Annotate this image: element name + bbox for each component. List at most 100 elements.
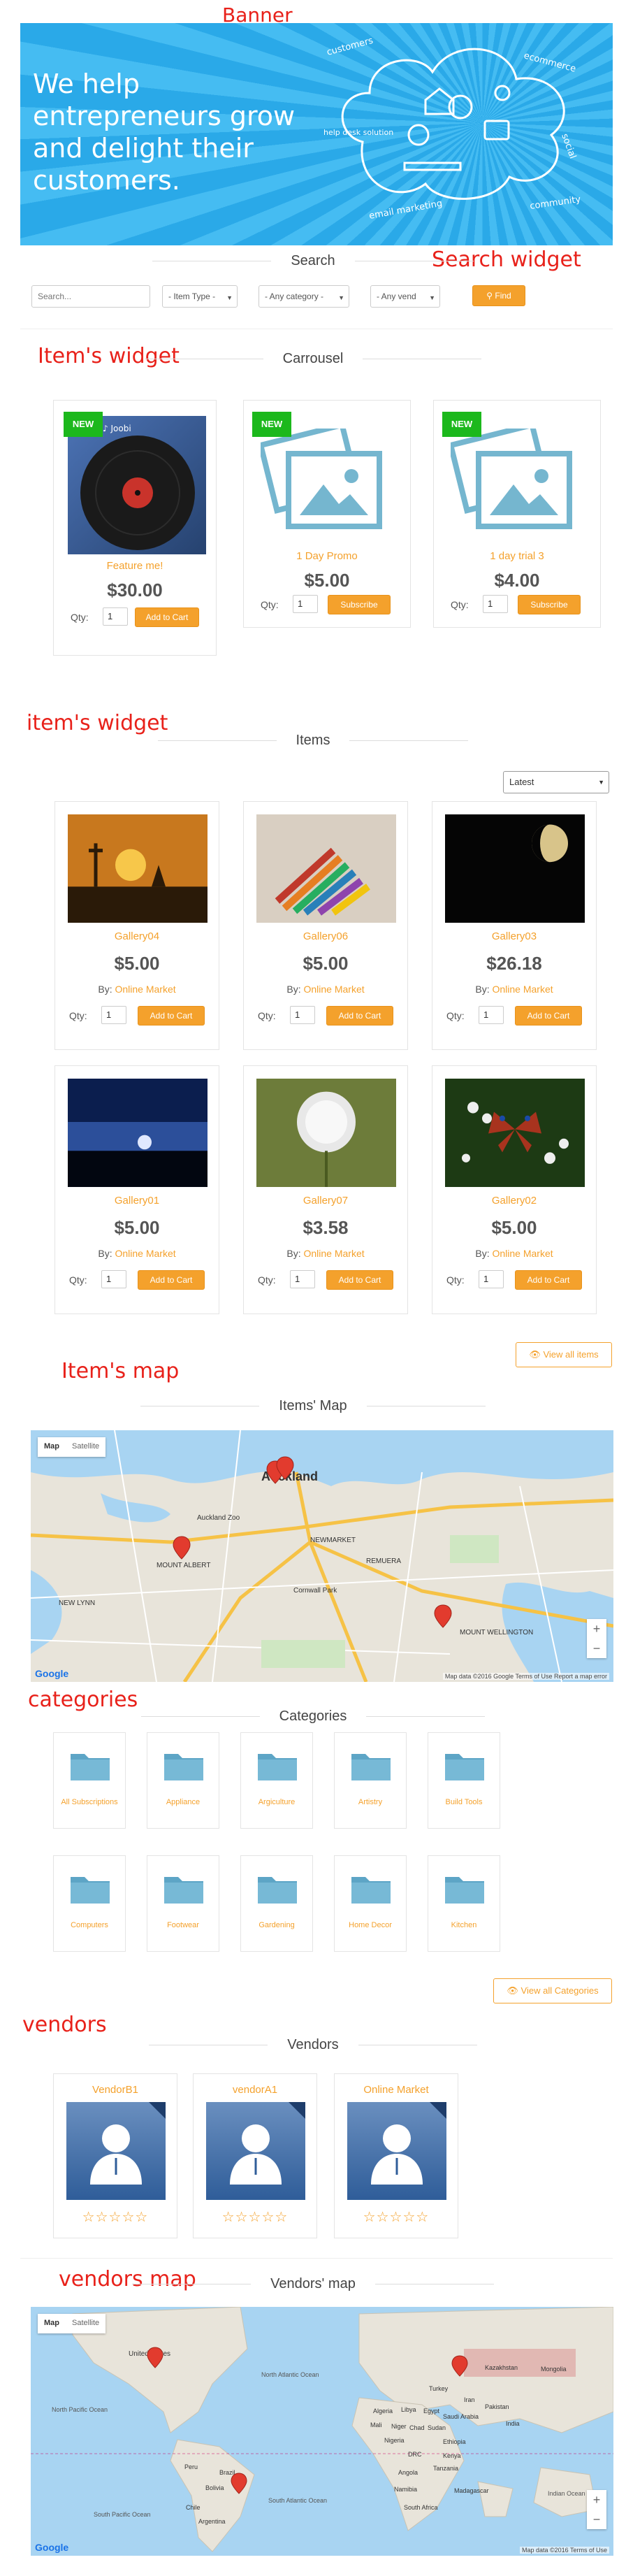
zoom-controls[interactable]: + − (587, 2490, 606, 2529)
add-to-cart-button[interactable]: Add to Cart (135, 607, 199, 627)
map-tab[interactable]: Map (38, 1437, 66, 1457)
category-name[interactable]: All Subscriptions (54, 1797, 125, 1807)
view-all-items-button[interactable]: 👁 View all items (516, 1342, 612, 1367)
sort-select[interactable]: Latest ▼ (503, 771, 609, 793)
map-label: MOUNT WELLINGTON (460, 1629, 533, 1636)
qty-input[interactable]: 1 (479, 1270, 504, 1288)
carousel-item-name[interactable]: Feature me! (54, 560, 216, 572)
item-thumbnail[interactable] (256, 814, 396, 923)
category-name[interactable]: Argiculture (241, 1797, 312, 1807)
add-to-cart-button[interactable]: Add to Cart (138, 1270, 205, 1290)
qty-input[interactable]: 1 (290, 1270, 315, 1288)
vendor-avatar[interactable] (66, 2102, 166, 2200)
items-map[interactable]: Auckland Auckland Zoo MOUNT ALBERT NEWMA… (31, 1430, 613, 1682)
add-to-cart-button[interactable]: Add to Cart (515, 1006, 582, 1026)
item-vendor-link[interactable]: Online Market (492, 1248, 553, 1259)
category-tile[interactable]: Argiculture (240, 1732, 313, 1829)
folder-icon (258, 1754, 297, 1780)
category-tile[interactable]: Artistry (334, 1732, 407, 1829)
category-select[interactable]: - Any category - ▼ (259, 285, 349, 308)
carousel-item-name[interactable]: 1 Day Promo (244, 550, 410, 562)
category-tile[interactable]: Home Decor (334, 1855, 407, 1952)
category-name[interactable]: Appliance (147, 1797, 219, 1807)
category-name[interactable]: Build Tools (428, 1797, 500, 1807)
qty-input[interactable]: 1 (101, 1006, 126, 1024)
carousel-item-price: $4.00 (494, 570, 540, 591)
add-to-cart-button[interactable]: Add to Cart (326, 1270, 393, 1290)
zoom-controls[interactable]: + − (587, 1619, 606, 1658)
add-to-cart-button[interactable]: Add to Cart (515, 1270, 582, 1290)
add-to-cart-button[interactable]: Add to Cart (138, 1006, 205, 1026)
item-name[interactable]: Gallery06 (244, 930, 407, 942)
item-thumbnail[interactable] (445, 1079, 585, 1187)
category-tile[interactable]: Gardening (240, 1855, 313, 1952)
qty-label: Qty: (446, 1274, 465, 1286)
add-to-cart-button[interactable]: Add to Cart (326, 1006, 393, 1026)
qty-input[interactable]: 1 (103, 607, 128, 626)
category-tile[interactable]: Kitchen (428, 1855, 500, 1952)
item-vendor-link[interactable]: Online Market (115, 984, 175, 995)
qty-input[interactable]: 1 (290, 1006, 315, 1024)
category-name[interactable]: Artistry (335, 1797, 406, 1807)
item-type-select[interactable]: - Item Type - ▼ (162, 285, 238, 308)
star-rating[interactable]: ☆☆☆☆☆ (194, 2208, 316, 2226)
category-tile[interactable]: Appliance (147, 1732, 219, 1829)
subscribe-button[interactable]: Subscribe (328, 595, 391, 614)
item-name[interactable]: Gallery01 (55, 1195, 219, 1207)
map-type-toggle[interactable]: Map Satellite (38, 2314, 106, 2333)
satellite-tab[interactable]: Satellite (66, 1437, 105, 1457)
carousel-item-name[interactable]: 1 day trial 3 (434, 550, 600, 562)
satellite-tab[interactable]: Satellite (66, 2314, 105, 2333)
vendor-value: - Any vend (377, 292, 416, 301)
category-name[interactable]: Computers (54, 1920, 125, 1930)
find-button[interactable]: ⚲ Find (472, 285, 525, 306)
item-vendor-link[interactable]: Online Market (303, 984, 364, 995)
category-tile[interactable]: Computers (53, 1855, 126, 1952)
star-rating[interactable]: ☆☆☆☆☆ (335, 2208, 458, 2226)
map-attribution[interactable]: Map data ©2016 Terms of Use (519, 2547, 609, 2554)
vendors-map[interactable]: United States North Atlantic Ocean North… (31, 2307, 613, 2556)
item-name[interactable]: Gallery04 (55, 930, 219, 942)
item-thumbnail[interactable] (68, 814, 208, 923)
vendor-name[interactable]: vendorA1 (194, 2084, 316, 2096)
item-name[interactable]: Gallery02 (432, 1195, 596, 1207)
view-all-categories-button[interactable]: 👁 View all Categories (493, 1978, 612, 2003)
item-vendor-link[interactable]: Online Market (303, 1248, 364, 1259)
map-type-toggle[interactable]: Map Satellite (38, 1437, 106, 1457)
item-name[interactable]: Gallery03 (432, 930, 596, 942)
item-name[interactable]: Gallery07 (244, 1195, 407, 1207)
category-name[interactable]: Kitchen (428, 1920, 500, 1930)
zoom-out-icon[interactable]: − (587, 1639, 606, 1658)
vendor-name[interactable]: VendorB1 (54, 2084, 177, 2096)
vendor-avatar[interactable] (206, 2102, 305, 2200)
vendor-select[interactable]: - Any vend ▼ (370, 285, 440, 308)
map-attribution[interactable]: Map data ©2016 Google Terms of Use Repor… (442, 1673, 609, 1680)
category-name[interactable]: Gardening (241, 1920, 312, 1930)
qty-input[interactable]: 1 (101, 1270, 126, 1288)
search-title: Search (291, 253, 335, 268)
item-vendor-link[interactable]: Online Market (115, 1248, 175, 1259)
zoom-in-icon[interactable]: + (587, 2490, 606, 2510)
item-thumbnail[interactable] (256, 1079, 396, 1187)
qty-input[interactable]: 1 (479, 1006, 504, 1024)
category-tile[interactable]: All Subscriptions (53, 1732, 126, 1829)
vendor-avatar[interactable] (347, 2102, 446, 2200)
by-label: By: (98, 984, 112, 995)
zoom-in-icon[interactable]: + (587, 1619, 606, 1639)
category-tile[interactable]: Build Tools (428, 1732, 500, 1829)
qty-input[interactable]: 1 (483, 595, 508, 613)
zoom-out-icon[interactable]: − (587, 2510, 606, 2529)
vendor-name[interactable]: Online Market (335, 2084, 458, 2096)
search-input[interactable] (31, 285, 150, 308)
item-thumbnail[interactable] (445, 814, 585, 923)
subscribe-button[interactable]: Subscribe (518, 595, 581, 614)
category-name[interactable]: Footwear (147, 1920, 219, 1930)
map-label: NEWMARKET (310, 1537, 356, 1544)
category-tile[interactable]: Footwear (147, 1855, 219, 1952)
map-tab[interactable]: Map (38, 2314, 66, 2333)
category-name[interactable]: Home Decor (335, 1920, 406, 1930)
qty-input[interactable]: 1 (293, 595, 318, 613)
star-rating[interactable]: ☆☆☆☆☆ (54, 2208, 177, 2226)
item-thumbnail[interactable] (68, 1079, 208, 1187)
item-vendor-link[interactable]: Online Market (492, 984, 553, 995)
